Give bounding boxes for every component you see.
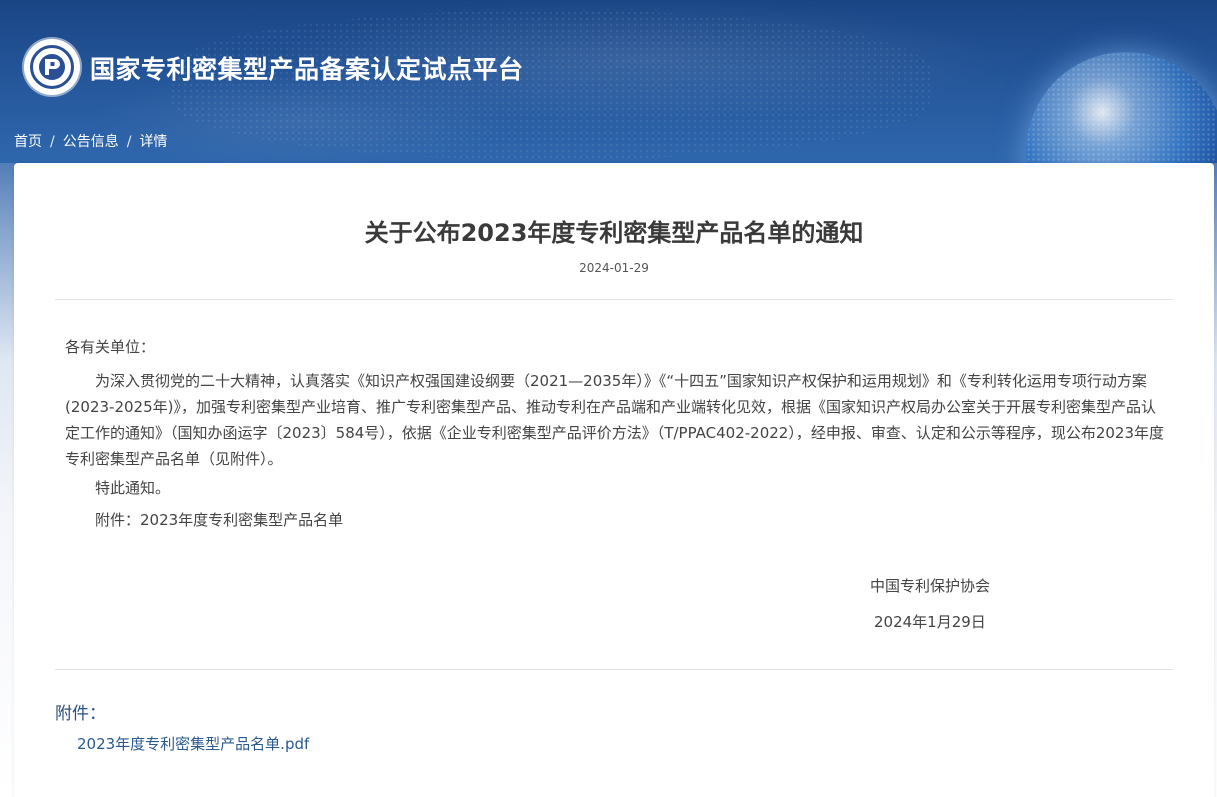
- salutation: 各有关单位：: [65, 338, 156, 356]
- article-card: 关于公布2023年度专利密集型产品名单的通知 2024-01-29 各有关单位：…: [14, 163, 1214, 797]
- signature-org: 中国专利保护协会: [870, 577, 991, 595]
- breadcrumb-current: 详情: [139, 134, 168, 150]
- article-date: 2024-01-29: [579, 261, 649, 275]
- title-divider: [55, 299, 1173, 300]
- breadcrumb: 首页 / 公告信息 / 详情: [14, 131, 167, 151]
- attachments-divider: [55, 669, 1173, 670]
- attachment-note: 附件：2023年度专利密集型产品名单: [95, 511, 344, 529]
- logo-emblem-icon: [39, 54, 65, 80]
- breadcrumb-announcements[interactable]: 公告信息: [63, 134, 119, 150]
- header-banner: 国家专利密集型产品备案认定试点平台 首页 / 公告信息 / 详情: [0, 0, 1217, 163]
- logo-outer-ring: [24, 39, 80, 95]
- breadcrumb-home[interactable]: 首页: [14, 134, 42, 150]
- site-logo-icon[interactable]: [24, 39, 80, 95]
- closing-line: 特此通知。: [95, 479, 171, 497]
- attachment-file-link[interactable]: 2023年度专利密集型产品名单.pdf: [77, 733, 309, 754]
- breadcrumb-separator: /: [126, 134, 132, 150]
- page: 国家专利密集型产品备案认定试点平台 首页 / 公告信息 / 详情 关于公布2023年度专…: [0, 0, 1217, 797]
- logo-inner-ring: [30, 45, 74, 89]
- article-paragraph: 为深入贯彻党的二十大精神，认真落实《知识产权强国建设纲要（2021—2035年）…: [65, 372, 1165, 468]
- globe-icon: [1026, 52, 1217, 163]
- breadcrumb-separator: /: [50, 134, 55, 150]
- signature-date: 2024年1月29日: [874, 613, 986, 631]
- attachments-label: 附件：: [55, 704, 106, 724]
- article-title: 关于公布2023年度专利密集型产品名单的通知: [364, 219, 864, 247]
- site-title[interactable]: 国家专利密集型产品备案认定试点平台: [90, 50, 524, 86]
